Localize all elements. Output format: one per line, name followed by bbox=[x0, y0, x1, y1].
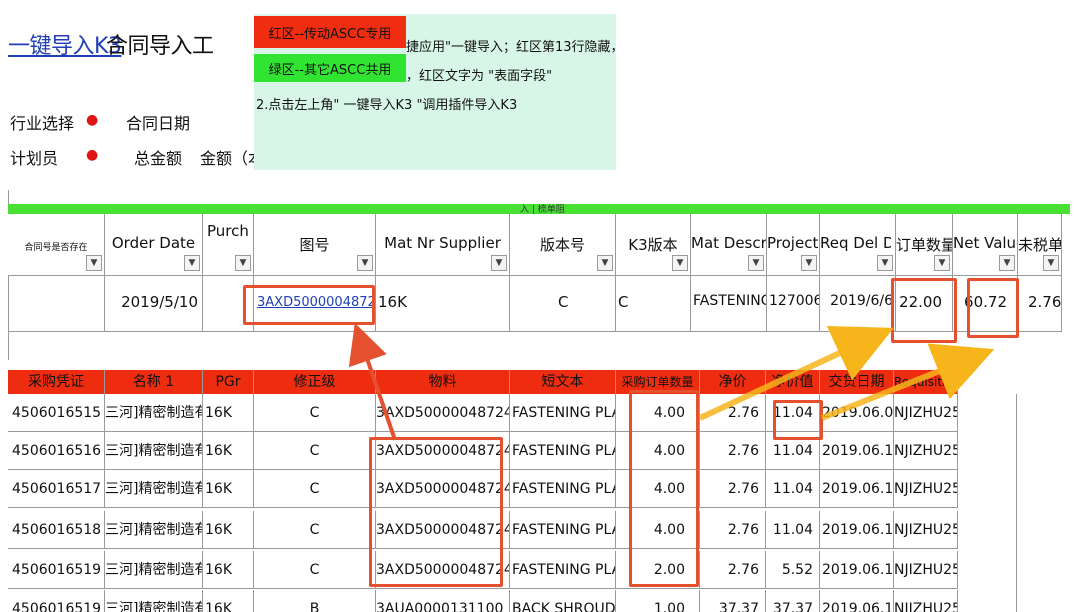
annotation-arrows bbox=[348, 322, 995, 441]
arrow-material-to-drawing bbox=[348, 322, 397, 441]
arrow-value-to-net-value bbox=[820, 343, 995, 421]
